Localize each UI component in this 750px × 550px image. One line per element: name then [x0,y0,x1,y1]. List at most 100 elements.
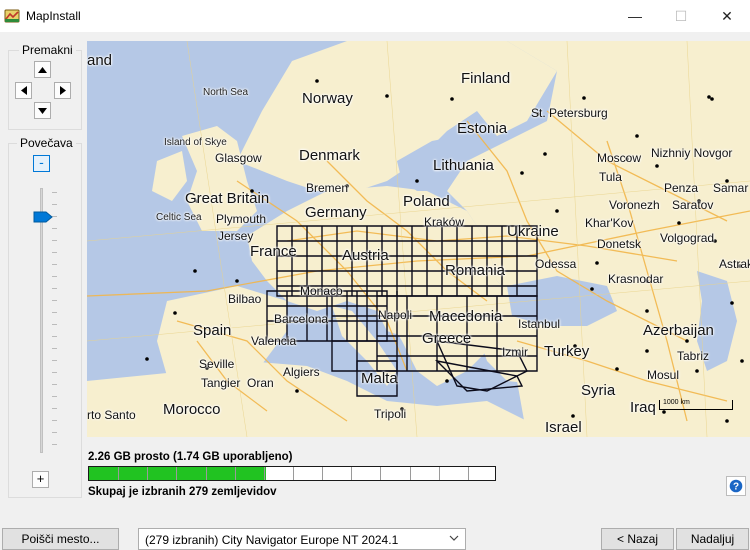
scale-label: 1000 km [663,399,690,406]
zoom-slider-thumb[interactable] [33,211,53,223]
city-label: Odessa [535,257,577,271]
zoom-slider-track[interactable] [40,188,43,453]
city-label: Saratov [672,198,714,212]
country-label: Austria [342,247,389,264]
city-label: Jersey [218,229,254,243]
country-label: Denmark [299,147,360,164]
country-label: Morocco [163,401,221,418]
city-label: Glasgow [215,151,262,165]
city-label: Tangier [201,376,241,390]
disk-space-text: 2.26 GB prosto (1.74 GB uporabljeno) [88,451,293,463]
city-label: Bremen [306,181,349,195]
progress-segment-divider [263,467,265,480]
progress-segment-divider [409,467,411,480]
map-view[interactable]: Finland Norway Estonia Denmark Lithuania Pola… [87,41,750,437]
city-label: Algiers [283,365,320,379]
city-label: rto Santo [87,408,136,422]
arrow-left-icon [20,86,27,95]
slider-tick [52,408,57,409]
zoom-out-button[interactable]: - [33,155,50,172]
progress-segment-divider [118,467,120,480]
pan-down-button[interactable] [34,102,51,119]
minimize-button[interactable]: — [612,0,658,32]
pan-up-button[interactable] [34,61,51,78]
country-label: Israel [545,419,582,436]
pan-group-label: Premakni [19,43,76,57]
arrow-right-icon [59,86,66,95]
map-product-select-value: (279 izbranih) City Navigator Europe NT … [145,533,399,547]
slider-tick [52,276,57,277]
city-label: Istanbul [518,317,561,331]
help-icon: ? [729,479,743,493]
slider-tick [52,420,57,421]
window-title: MapInstall [26,9,81,23]
country-label: Finland [461,70,511,87]
city-label: Seville [199,357,235,371]
country-label: Malta [361,370,398,387]
country-label: Lithuania [433,157,494,174]
city-label: Moscow [597,151,642,165]
progress-segment-divider [380,467,382,480]
city-label: Samar [713,181,749,195]
svg-text:?: ? [733,482,739,493]
zoom-group-label: Povečava [17,136,76,150]
slider-tick [52,312,57,313]
sea-label: Celtic Sea [156,212,202,223]
close-button[interactable]: ✕ [704,0,750,32]
country-label: Greece [422,330,472,347]
country-label: Romania [445,262,506,279]
city-label: Astrakha [719,257,750,271]
zoom-in-button[interactable]: + [32,471,49,488]
sea-label: Island of Skye [164,137,227,148]
country-label: Ukraine [507,223,559,240]
progress-segment-divider [467,467,469,480]
land-ireland [152,151,187,201]
slider-tick [52,228,57,229]
country-label: Great Britain [185,190,270,207]
city-label: Plymouth [216,212,267,226]
city-label: Tabriz [677,349,710,363]
country-label: Norway [302,90,353,107]
progress-segment-divider [293,467,294,480]
pan-left-button[interactable] [15,82,32,99]
arrow-up-icon [38,66,47,73]
slider-tick [52,336,57,337]
city-label: Nizhniy Novgor [651,146,733,160]
progress-segment-divider [351,467,353,480]
help-button[interactable]: ? [726,476,746,496]
city-label: Valencia [251,334,297,348]
country-label: Macedonia [429,308,503,325]
country-label: Germany [305,204,367,221]
city-label: Barcelona [274,312,329,326]
country-label: and [87,52,113,69]
city-label: St. Petersburg [531,106,608,120]
city-label: Napoli [378,308,413,322]
city-label: Penza [664,181,699,195]
sea-label: North Sea [203,87,249,98]
land-north-africa [87,361,557,437]
slider-tick [52,444,57,445]
slider-tick [52,240,57,241]
progress-segment-divider [322,467,324,480]
progress-segment-divider [234,467,236,480]
pan-right-button[interactable] [54,82,71,99]
city-label: Izmir [502,345,528,359]
city-label: Tula [599,170,622,184]
city-label: Krasnodar [608,272,664,286]
progress-segment-divider [438,467,440,480]
slider-tick [52,384,57,385]
maximize-button[interactable]: ☐ [658,0,704,32]
city-label: Bilbao [228,292,262,306]
city-label: Monaco [300,284,343,298]
city-label: Oran [247,376,274,390]
slider-tick [52,348,57,349]
city-label: Voronezh [609,198,660,212]
progress-segment-divider [147,467,149,480]
slider-tick [52,204,57,205]
progress-segment-divider [205,467,207,480]
slider-tick [52,396,57,397]
slider-tick [52,324,57,325]
zoom-group [8,143,82,498]
country-label: Azerbaijan [643,322,714,339]
city-label: Volgograd [660,231,715,245]
